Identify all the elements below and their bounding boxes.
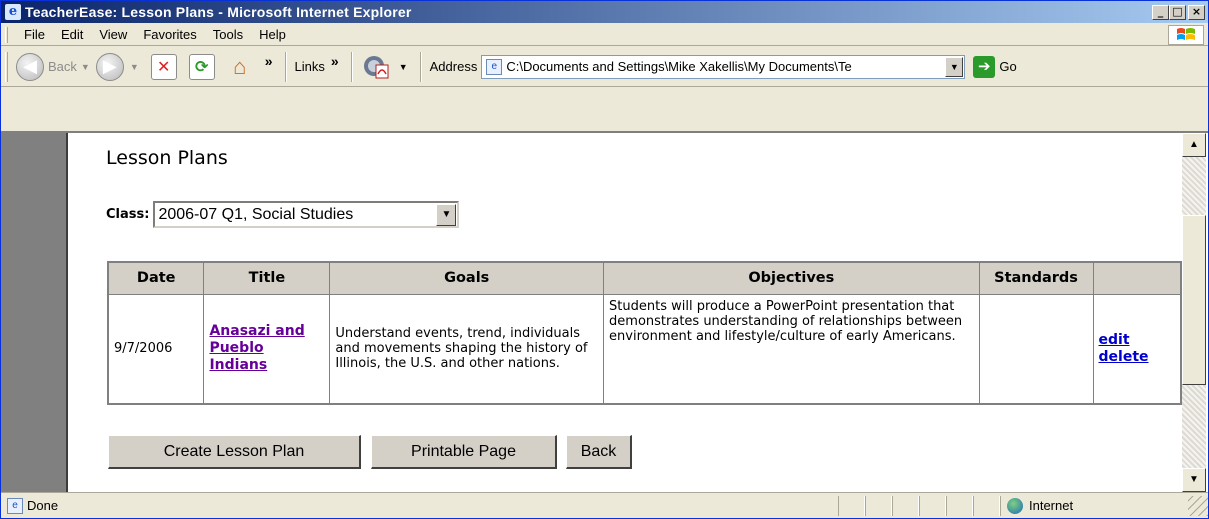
table-row: 9/7/2006 Anasazi and Pueblo Indians Unde… [107,293,1182,405]
header-goals: Goals [329,261,605,295]
address-label: Address [429,59,478,74]
header-title: Title [203,261,331,295]
edit-link[interactable]: edit [1099,332,1130,348]
page-body: Lesson Plans Class: 2006-07 Q1, Social S… [68,133,1182,492]
cell-goals: Understand events, trend, individuals an… [329,293,605,405]
links-chevron-icon[interactable]: » [331,53,339,69]
ie-page-icon: e [5,4,21,20]
printable-page-button[interactable]: Printable Page [371,435,557,469]
menu-edit[interactable]: Edit [53,27,91,42]
status-pane [838,495,865,516]
pdf-dropdown-icon[interactable]: ▼ [399,62,408,72]
class-row: Class: 2006-07 Q1, Social Studies ▼ [106,201,460,228]
cell-standards [978,293,1094,405]
status-text: Done [27,498,59,513]
lesson-plans-table: Date Title Goals Objectives Standards 9/… [107,261,1182,405]
globe-icon [1007,497,1023,514]
resize-grip-icon[interactable] [1188,495,1208,516]
back-button[interactable]: Back [48,59,77,74]
browser-window: e TeacherEase: Lesson Plans - Microsoft … [0,0,1209,519]
scroll-thumb[interactable] [1182,215,1206,385]
address-bar[interactable]: e C:\Documents and Settings\Mike Xakelli… [481,54,966,79]
class-label: Class: [106,207,150,222]
forward-arrow-icon[interactable]: ▶ [95,52,124,81]
forward-dropdown-icon[interactable]: ▼ [130,62,139,72]
class-select[interactable]: 2006-07 Q1, Social Studies ▼ [153,201,460,228]
address-dropdown-icon[interactable]: ▼ [945,56,964,77]
toolbar-grip[interactable] [5,51,8,82]
home-icon[interactable]: ⌂ [227,54,253,80]
cell-objectives: Students will produce a PowerPoint prese… [603,293,980,405]
status-bar: e Done Internet [1,492,1208,518]
menu-favorites[interactable]: Favorites [135,27,204,42]
status-pane [946,495,973,516]
window-title: TeacherEase: Lesson Plans - Microsoft In… [25,4,412,20]
toolbar-separator [284,51,287,82]
toolbar-separator [350,51,353,82]
toolbar: ◀ Back ▼ ▶ ▼ ✕ ⟳ ⌂ » Links » ▼ Address e… [1,47,1208,87]
window-controls: _ □ × [1152,4,1205,20]
back-page-button[interactable]: Back [566,435,632,469]
cell-date: 9/7/2006 [107,293,205,405]
scroll-up-icon[interactable]: ▲ [1182,133,1206,157]
delete-link[interactable]: delete [1099,349,1149,365]
page-icon: e [486,58,503,75]
security-zone: Internet [1000,495,1180,516]
back-arrow-icon[interactable]: ◀ [16,52,44,81]
stop-icon[interactable]: ✕ [150,53,177,80]
toolbar-chevron-icon[interactable]: » [265,53,273,69]
minimize-button[interactable]: _ [1152,4,1169,20]
address-input[interactable]: C:\Documents and Settings\Mike Xakellis\… [506,59,945,74]
go-arrow-icon[interactable]: ➔ [973,55,996,78]
scroll-down-icon[interactable]: ▼ [1182,468,1206,492]
menu-bar: File Edit View Favorites Tools Help [1,24,1208,46]
menu-tools[interactable]: Tools [205,27,251,42]
title-bar: e TeacherEase: Lesson Plans - Microsoft … [1,1,1208,23]
menu-file[interactable]: File [16,27,53,42]
toolbar-separator [419,51,422,82]
cell-actions: edit delete [1092,293,1182,405]
status-pane [919,495,946,516]
menu-help[interactable]: Help [251,27,294,42]
menu-view[interactable]: View [91,27,135,42]
table-header-row: Date Title Goals Objectives Standards [107,261,1182,295]
zone-label: Internet [1029,498,1074,513]
header-standards: Standards [978,261,1094,295]
status-pane [865,495,892,516]
lesson-title-link[interactable]: Anasazi and Pueblo Indians [209,323,304,373]
go-button[interactable]: ➔ Go [973,55,1017,78]
page-done-icon: e [7,497,23,514]
chevron-down-icon[interactable]: ▼ [436,203,457,226]
windows-logo-icon [1168,25,1204,45]
links-button[interactable]: Links [295,59,325,74]
back-dropdown-icon[interactable]: ▼ [81,62,90,72]
class-selected-value[interactable]: 2006-07 Q1, Social Studies [158,206,436,224]
maximize-button[interactable]: □ [1169,4,1186,20]
menu-grip[interactable] [5,26,8,43]
page-title: Lesson Plans [106,147,228,169]
vertical-scrollbar[interactable]: ▲ ▼ [1182,133,1206,492]
header-date: Date [107,261,205,295]
create-lesson-plan-button[interactable]: Create Lesson Plan [108,435,361,469]
go-label[interactable]: Go [999,59,1016,74]
left-sidebar-panel [1,133,66,492]
content-frame: Lesson Plans Class: 2006-07 Q1, Social S… [1,131,1208,492]
cell-title: Anasazi and Pueblo Indians [203,293,331,405]
status-pane [892,495,919,516]
pdf-icon[interactable] [359,53,399,81]
header-actions [1092,261,1182,295]
status-pane [973,495,1000,516]
close-button[interactable]: × [1188,4,1205,20]
refresh-icon[interactable]: ⟳ [188,53,215,80]
header-objectives: Objectives [603,261,980,295]
